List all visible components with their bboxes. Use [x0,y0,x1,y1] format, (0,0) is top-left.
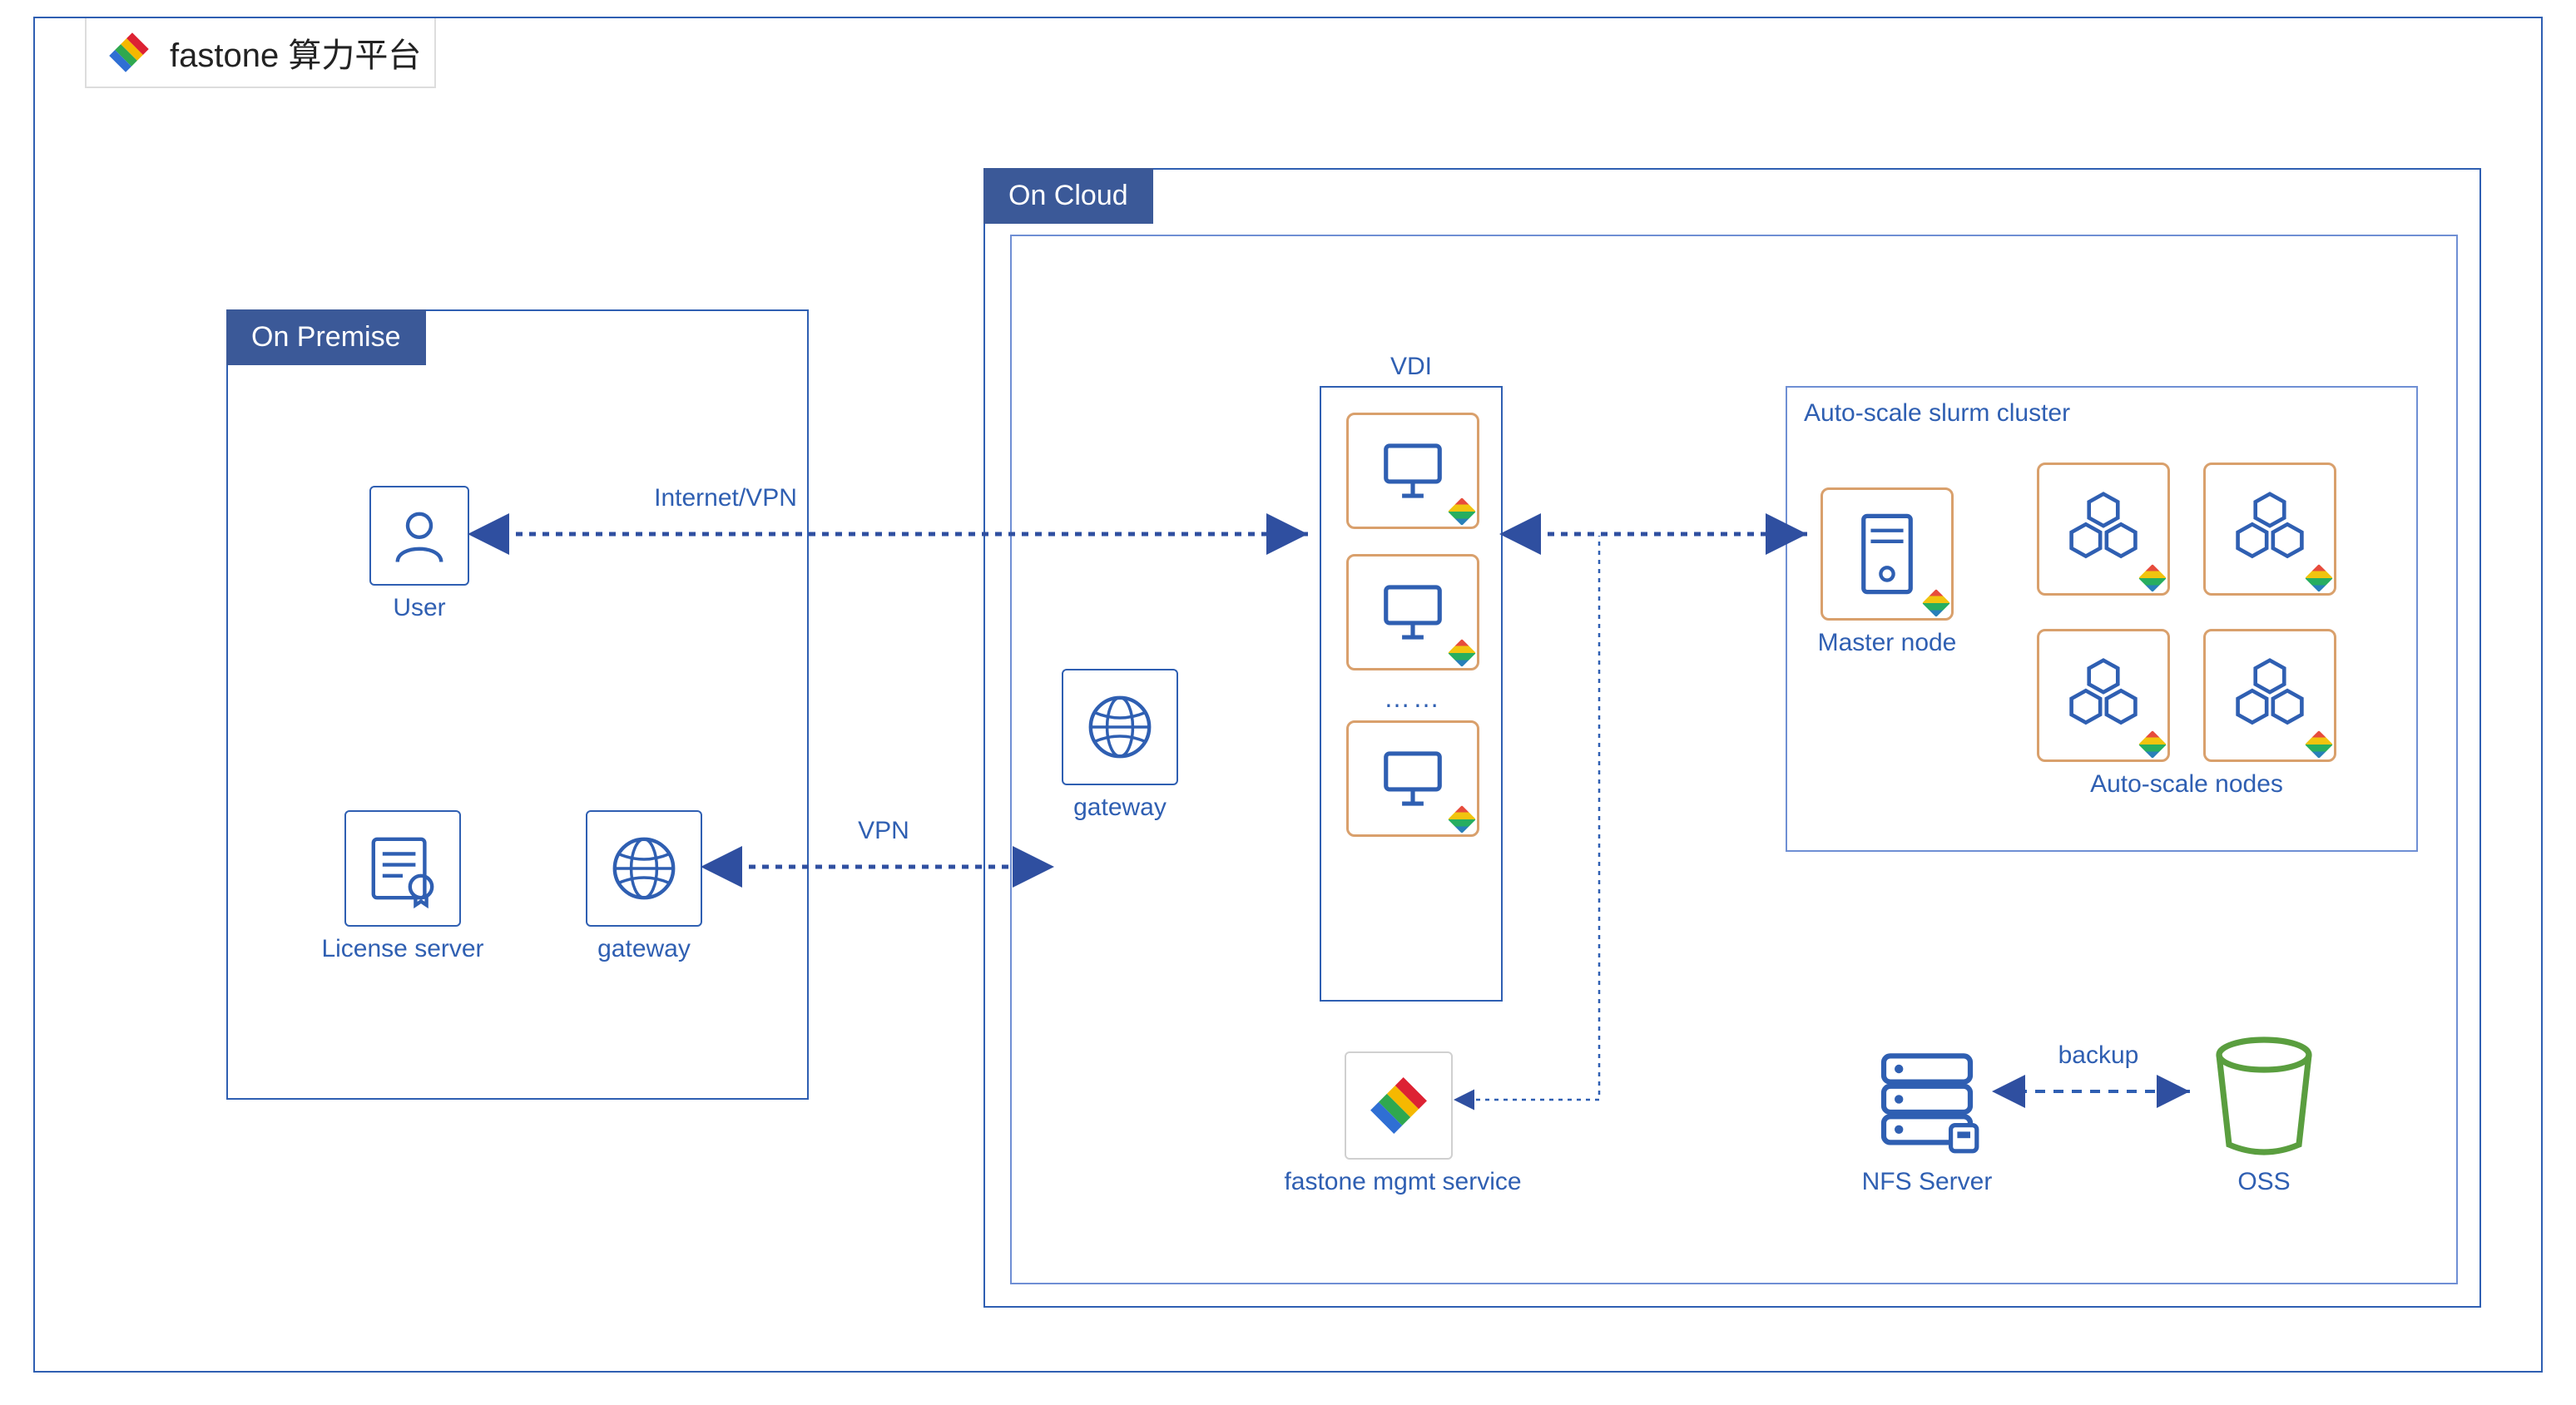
fastone-chip-icon [1452,809,1472,829]
compute-node [2203,463,2336,596]
compute-node [2037,463,2170,596]
nfs-server-node [1860,1035,1994,1168]
vdi-container: …… [1320,386,1503,1002]
fastone-chip-icon [1926,593,1946,613]
user-label: User [369,594,469,622]
fastone-chip-icon [1452,643,1472,663]
vdi-more-label: …… [1321,683,1504,714]
fastone-chip-icon [2309,568,2329,588]
certificate-icon [366,832,439,905]
auto-nodes-label: Auto-scale nodes [2037,770,2336,799]
on-premise-tab: On Premise [226,309,426,365]
vdi-label: VDI [1320,353,1503,381]
license-server-node [344,810,461,927]
fastone-logo-icon [1365,1072,1432,1139]
mgmt-label: fastone mgmt service [1278,1168,1528,1196]
gateway-cloud-node [1062,669,1178,785]
auto-scale-cluster: Auto-scale slurm cluster Master node [1786,386,2418,852]
fastone-chip-icon [2309,735,2329,754]
on-cloud-tab: On Cloud [983,168,1153,224]
fastone-mgmt-node [1345,1051,1453,1160]
edge-internet-vpn-label: Internet/VPN [617,484,834,512]
oss-label: OSS [2202,1168,2326,1196]
oss-node [2202,1035,2326,1160]
gateway-premise-node [586,810,702,927]
diagram-title-label: fastone 算力平台 [170,28,421,77]
fastone-chip-icon [2143,735,2162,754]
hex-cluster-icon [2063,656,2143,735]
auto-scale-label: Auto-scale slurm cluster [1804,399,2070,428]
edge-backup-label: backup [2032,1041,2165,1070]
edge-vpn-label: VPN [834,817,934,845]
globe-icon [1083,690,1157,764]
globe-icon [607,832,681,905]
compute-node [2037,629,2170,762]
vdi-node [1346,554,1479,670]
vdi-node [1346,413,1479,529]
hex-cluster-icon [2063,489,2143,569]
gateway-premise-label: gateway [586,935,702,963]
storage-server-icon [1873,1047,1981,1155]
monitor-icon [1377,743,1449,814]
outer-frame: fastone 算力平台 On Premise User License ser… [33,17,2543,1373]
license-label: License server [320,935,486,963]
cloud-inner-frame: gateway VDI [1010,235,2458,1284]
bucket-icon [2202,1035,2326,1160]
user-node [369,486,469,586]
vdi-node [1346,720,1479,837]
monitor-icon [1377,435,1449,507]
hex-cluster-icon [2230,656,2310,735]
fastone-chip-icon [1452,502,1472,522]
diagram-title: fastone 算力平台 [85,18,436,88]
on-cloud-panel: On Cloud gateway VDI [983,168,2481,1308]
gateway-cloud-label: gateway [1062,794,1178,822]
hex-cluster-icon [2230,489,2310,569]
fastone-logo-icon [100,23,158,82]
user-icon [390,507,448,565]
server-icon [1850,512,1924,596]
on-premise-panel: On Premise User License server [226,309,809,1100]
compute-node [2203,629,2336,762]
fastone-chip-icon [2143,568,2162,588]
master-node [1821,487,1954,621]
master-label: Master node [1804,629,1970,657]
monitor-icon [1377,576,1449,648]
nfs-label: NFS Server [1860,1168,1994,1196]
